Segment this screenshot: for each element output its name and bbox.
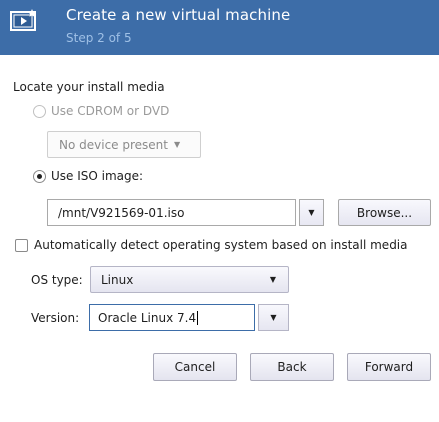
version-dropdown-button[interactable]: ▼ <box>258 304 289 331</box>
text-cursor <box>197 310 199 325</box>
iso-radio-option[interactable]: Use ISO image: <box>33 169 143 183</box>
iso-radio-label: Use ISO image: <box>51 169 144 183</box>
cdrom-radio-button[interactable] <box>33 104 46 118</box>
version-label: Version: <box>31 311 80 325</box>
cdrom-device-value: No device present <box>59 137 168 152</box>
wizard-step-indicator: Step 2 of 5 <box>66 31 132 45</box>
cdrom-radio-label: Use CDROM or DVD <box>51 104 170 118</box>
os-type-select[interactable]: Linux ▼ <box>90 266 289 293</box>
os-type-label: OS type: <box>31 273 83 287</box>
os-type-value: Linux <box>101 272 134 287</box>
chevron-down-icon: ▼ <box>269 275 276 284</box>
chevron-down-icon: ▼ <box>173 140 181 149</box>
version-input[interactable]: Oracle Linux 7.4 <box>89 304 255 331</box>
cdrom-radio-option[interactable]: Use CDROM or DVD <box>33 104 169 118</box>
wizard-header: Create a new virtual machine Step 2 of 5 <box>0 0 439 55</box>
auto-detect-os-checkbox[interactable] <box>15 238 28 252</box>
iso-path-value: /mnt/V921569-01.iso <box>58 205 185 220</box>
back-button[interactable]: Back <box>250 353 334 381</box>
browse-button[interactable]: Browse... <box>338 199 431 226</box>
auto-detect-os-label: Automatically detect operating system ba… <box>34 238 408 252</box>
iso-path-input[interactable]: /mnt/V921569-01.iso <box>47 199 296 226</box>
iso-radio-button[interactable] <box>33 169 46 183</box>
iso-history-dropdown-button[interactable]: ▼ <box>299 199 324 226</box>
virtual-machine-wizard-icon <box>10 9 36 31</box>
chevron-down-icon: ▼ <box>270 313 277 322</box>
auto-detect-os-option[interactable]: Automatically detect operating system ba… <box>15 238 408 252</box>
wizard-title: Create a new virtual machine <box>66 6 291 24</box>
cdrom-device-select: No device present ▼ <box>47 131 201 158</box>
chevron-down-icon: ▼ <box>308 208 315 217</box>
cancel-button[interactable]: Cancel <box>153 353 237 381</box>
install-media-heading: Locate your install media <box>13 80 165 94</box>
forward-button[interactable]: Forward <box>347 353 431 381</box>
version-value: Oracle Linux 7.4 <box>98 310 197 325</box>
